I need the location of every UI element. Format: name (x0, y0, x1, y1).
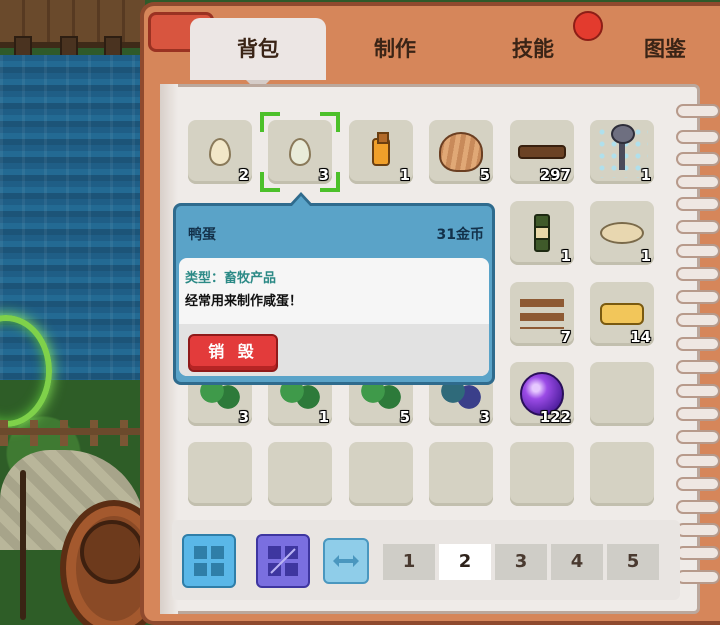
slot-quantity: 1 (399, 166, 410, 184)
page-button-1[interactable]: 1 (383, 544, 435, 580)
scroll-icon (600, 303, 644, 325)
inventory-slot[interactable]: 122 (510, 362, 574, 426)
binder-ring (676, 523, 720, 537)
binder-ring (676, 477, 720, 491)
inventory-slot[interactable]: 1 (349, 120, 413, 184)
binder-ring (676, 220, 720, 234)
slot-quantity: 1 (560, 247, 571, 265)
inventory-slot-empty[interactable] (268, 442, 332, 506)
item-price: 31金币 (436, 227, 484, 243)
slot-quantity: 14 (630, 328, 651, 346)
binder-ring (676, 267, 720, 281)
slot-quantity: 297 (539, 166, 571, 184)
inventory-slot-empty[interactable] (349, 442, 413, 506)
binder-ring (676, 546, 720, 560)
binder-ring (676, 384, 720, 398)
slot-quantity: 1 (318, 408, 329, 426)
slot-quantity: 1 (640, 166, 651, 184)
inventory-slot-empty[interactable] (510, 442, 574, 506)
binder-ring (676, 430, 720, 444)
tree-vine (20, 470, 26, 620)
inventory-slot[interactable]: 297 (510, 120, 574, 184)
slot-quantity: 5 (399, 408, 410, 426)
binder-ring (676, 290, 720, 304)
wood-planks-icon (520, 299, 564, 329)
slot-quantity: 3 (238, 408, 249, 426)
binder-ring (676, 175, 720, 189)
swap-view-button[interactable] (323, 538, 369, 584)
inventory-slot[interactable]: 2 (188, 120, 252, 184)
binder-ring (676, 337, 720, 351)
item-name: 鸭蛋 (188, 227, 216, 243)
binder-ring (676, 152, 720, 166)
tab-skills[interactable]: 技能 (483, 18, 583, 80)
flour-icon (600, 222, 644, 244)
seashell-icon (439, 132, 483, 172)
grid-two-view-button[interactable] (256, 534, 310, 588)
page-button-3[interactable]: 3 (495, 544, 547, 580)
binder-ring (676, 500, 720, 514)
binder-ring (676, 407, 720, 421)
wine-bottle-icon (534, 214, 550, 252)
inventory-slot[interactable]: 7 (510, 282, 574, 346)
inventory-slot-empty[interactable] (429, 442, 493, 506)
swap-arrows-icon (333, 555, 359, 567)
tab-collection[interactable]: 图鉴 (615, 18, 715, 80)
slot-quantity: 122 (539, 408, 571, 426)
binder-ring (676, 130, 720, 144)
item-description: 经常用来制作咸蛋！ (185, 294, 303, 309)
inventory-slot[interactable]: 14 (590, 282, 654, 346)
page-button-4[interactable]: 4 (551, 544, 603, 580)
inventory-slot[interactable]: 1 (510, 201, 574, 265)
selection-frame (260, 112, 340, 192)
inventory-slot-empty[interactable] (188, 442, 252, 506)
wood-stick-icon (518, 145, 566, 159)
binder-ring (676, 313, 720, 327)
inventory-slot[interactable]: 1 (590, 120, 654, 184)
page-button-5[interactable]: 5 (607, 544, 659, 580)
slot-quantity: 5 (479, 166, 490, 184)
inventory-slot[interactable]: 1 (590, 201, 654, 265)
binder-ring (676, 197, 720, 211)
inventory-slot-empty[interactable] (590, 442, 654, 506)
binder-ring (676, 104, 720, 118)
tab-crafting[interactable]: 制作 (345, 18, 445, 80)
slot-quantity: 3 (479, 408, 490, 426)
oil-bottle-icon (372, 132, 390, 166)
notification-dot (573, 11, 603, 41)
item-type: 类型：畜牧产品 (185, 271, 277, 286)
grid-two-icon (268, 546, 298, 576)
slot-quantity: 2 (238, 166, 249, 184)
grid-four-view-button[interactable] (182, 534, 236, 588)
chicken-egg-icon (209, 138, 231, 166)
inventory-slot-selected[interactable]: 3 (260, 112, 340, 192)
binder-ring (676, 454, 720, 468)
binder-ring (676, 360, 720, 374)
wooden-fence (0, 420, 145, 446)
slot-quantity: 1 (640, 247, 651, 265)
inventory-slot-empty[interactable] (590, 362, 654, 426)
item-tooltip: 鸭蛋 31金币 类型：畜牧产品 经常用来制作咸蛋！ 销 毁 (173, 192, 495, 385)
shovel-icon (611, 124, 635, 170)
inventory-slot[interactable]: 5 (429, 120, 493, 184)
slot-quantity: 7 (560, 328, 571, 346)
tab-backpack[interactable]: 背包 (190, 18, 326, 92)
page-button-2[interactable]: 2 (439, 544, 491, 580)
binder-ring (676, 244, 720, 258)
destroy-button[interactable]: 销 毁 (188, 334, 278, 372)
binder-ring (676, 570, 720, 584)
waterwheel-hub (80, 520, 144, 584)
grid-four-icon (194, 546, 224, 576)
